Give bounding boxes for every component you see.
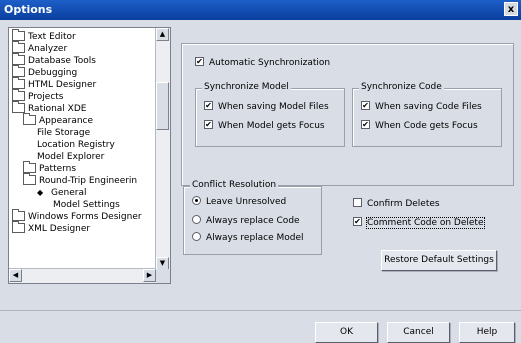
radio-replace-model-icon[interactable]: [192, 232, 201, 241]
folder-open-icon: folder-open-icon: [23, 172, 36, 185]
tree-item-label: Model Explorer: [37, 152, 105, 162]
sync-model-saving-check-icon[interactable]: ✔: [204, 101, 213, 110]
radio-replace-code-label: Always replace Code: [206, 216, 300, 226]
sync-code-focus-check-icon[interactable]: ✔: [361, 120, 370, 129]
sync-code-saving-check-icon[interactable]: ✔: [361, 101, 370, 110]
dialog-body: folder-iconText Editorfolder-iconAnalyze…: [0, 20, 521, 343]
folder-icon: folder-icon: [12, 52, 25, 65]
tree-item-label: Text Editor: [28, 32, 76, 42]
tree-item-label: HTML Designer: [28, 80, 97, 90]
tree-item-label: Windows Forms Designer: [28, 212, 142, 222]
confirm-deletes-check-icon[interactable]: [353, 198, 362, 207]
scrollbar-corner: [156, 269, 170, 283]
restore-defaults-button[interactable]: Restore Default Settings: [381, 250, 497, 271]
tree-item[interactable]: folder-iconDatabase Tools: [9, 52, 155, 67]
tree-item-label: Rational XDE: [28, 104, 87, 114]
comment-on-delete-label: Comment Code on Delete: [366, 217, 485, 229]
sync-code-saving-label: When saving Code Files: [375, 102, 482, 112]
tree-item[interactable]: folder-iconText Editor: [9, 28, 155, 43]
tree-horizontal-scrollbar[interactable]: ◀ ▶: [9, 268, 156, 283]
sync-panel: ✔ Automatic Synchronization Synchronize M…: [181, 43, 514, 186]
confirm-deletes-label: Confirm Deletes: [367, 199, 440, 209]
scroll-up-icon[interactable]: ▲: [156, 28, 169, 41]
folder-open-icon: folder-open-icon: [12, 100, 25, 113]
tree-item[interactable]: Model Settings: [9, 199, 155, 211]
tree-item[interactable]: folder-iconProjects: [9, 88, 155, 103]
tree-item[interactable]: File Storage: [9, 127, 155, 139]
tree-item[interactable]: folder-iconAnalyzer: [9, 40, 155, 55]
conflict-resolution-title: Conflict Resolution: [190, 180, 279, 190]
folder-icon: folder-icon: [12, 220, 25, 233]
sync-model-saving-checkbox[interactable]: ✔ When saving Model Files: [204, 101, 329, 113]
sync-model-saving-label: When saving Model Files: [218, 102, 329, 112]
tree-item[interactable]: Model Explorer: [9, 151, 155, 163]
radio-leave-unresolved[interactable]: Leave Unresolved: [192, 196, 286, 208]
tree-item-label: Projects: [28, 92, 64, 102]
scroll-right-icon[interactable]: ▶: [143, 269, 156, 282]
tree-item-label: General: [51, 188, 87, 198]
radio-replace-model-label: Always replace Model: [206, 233, 304, 243]
folder-icon: folder-icon: [12, 208, 25, 221]
tree-item[interactable]: folder-iconXML Designer: [9, 220, 155, 235]
tree-item-label: Appearance: [39, 116, 94, 126]
folder-icon: folder-icon: [23, 160, 36, 173]
tree-item[interactable]: Location Registry: [9, 139, 155, 151]
comment-on-delete-checkbox[interactable]: ✔ Comment Code on Delete: [353, 217, 485, 229]
folder-icon: folder-icon: [12, 88, 25, 101]
sync-code-title: Synchronize Code: [359, 82, 444, 92]
title-bar: Options x: [0, 0, 521, 20]
button-separator: [0, 310, 521, 311]
conflict-resolution-group: Conflict Resolution Leave Unresolved Alw…: [183, 180, 322, 255]
sync-model-group: Synchronize Model ✔ When saving Model Fil…: [195, 82, 345, 147]
sync-code-saving-checkbox[interactable]: ✔ When saving Code Files: [361, 101, 482, 113]
radio-replace-code[interactable]: Always replace Code: [192, 215, 300, 227]
sync-model-focus-checkbox[interactable]: ✔ When Model gets Focus: [204, 120, 325, 132]
tree-item-label: XML Designer: [28, 224, 91, 234]
close-icon[interactable]: x: [504, 2, 518, 16]
window-title: Options: [4, 3, 53, 16]
tree-item-label: Debugging: [28, 68, 78, 78]
tree-item-label: Patterns: [39, 164, 77, 174]
tree-item-label: Round-Trip Engineerin: [39, 176, 138, 186]
tree-item[interactable]: folder-iconPatterns: [9, 160, 155, 175]
tree-items: folder-iconText Editorfolder-iconAnalyze…: [9, 28, 155, 235]
tree-item[interactable]: folder-open-iconRound-Trip Engineerin: [9, 172, 155, 187]
tree-item[interactable]: ◆ General: [9, 187, 155, 199]
tree-item-label: Model Settings: [53, 200, 120, 210]
sync-model-focus-label: When Model gets Focus: [218, 121, 325, 131]
tree-item-label: File Storage: [37, 128, 91, 138]
auto-sync-check-icon[interactable]: ✔: [195, 57, 204, 66]
tree-item[interactable]: folder-open-iconRational XDE: [9, 100, 155, 115]
options-tree[interactable]: folder-iconText Editorfolder-iconAnalyze…: [8, 27, 171, 284]
radio-leave-unresolved-label: Leave Unresolved: [206, 197, 287, 207]
sync-model-title: Synchronize Model: [202, 82, 291, 92]
sync-code-focus-label: When Code gets Focus: [375, 121, 478, 131]
folder-icon: folder-icon: [12, 64, 25, 77]
confirm-deletes-checkbox[interactable]: Confirm Deletes: [353, 198, 440, 210]
tree-item[interactable]: folder-iconHTML Designer: [9, 76, 155, 91]
folder-icon: folder-icon: [23, 112, 36, 125]
tree-item[interactable]: folder-iconDebugging: [9, 64, 155, 79]
sync-code-group: Synchronize Code ✔ When saving Code Files…: [352, 82, 502, 147]
sync-code-focus-checkbox[interactable]: ✔ When Code gets Focus: [361, 120, 478, 132]
folder-icon: folder-icon: [12, 76, 25, 89]
folder-icon: folder-icon: [12, 28, 25, 41]
sync-model-focus-check-icon[interactable]: ✔: [204, 120, 213, 129]
diamond-icon: ◆: [37, 188, 44, 197]
folder-icon: folder-icon: [12, 40, 25, 53]
radio-leave-unresolved-icon[interactable]: [192, 196, 201, 205]
tree-item[interactable]: folder-iconAppearance: [9, 112, 155, 127]
scroll-thumb[interactable]: [156, 82, 169, 130]
tree-item-label: Location Registry: [37, 140, 115, 150]
auto-sync-checkbox[interactable]: ✔ Automatic Synchronization: [195, 57, 330, 69]
radio-replace-code-icon[interactable]: [192, 215, 201, 224]
auto-sync-label: Automatic Synchronization: [209, 58, 331, 68]
tree-item-label: Analyzer: [28, 44, 68, 54]
scroll-left-icon[interactable]: ◀: [9, 269, 22, 282]
tree-vertical-scrollbar[interactable]: ▲ ▼: [155, 28, 170, 270]
radio-replace-model[interactable]: Always replace Model: [192, 232, 304, 244]
tree-item[interactable]: folder-iconWindows Forms Designer: [9, 208, 155, 223]
tree-item-label: Database Tools: [28, 56, 96, 66]
comment-on-delete-check-icon[interactable]: ✔: [353, 217, 362, 226]
